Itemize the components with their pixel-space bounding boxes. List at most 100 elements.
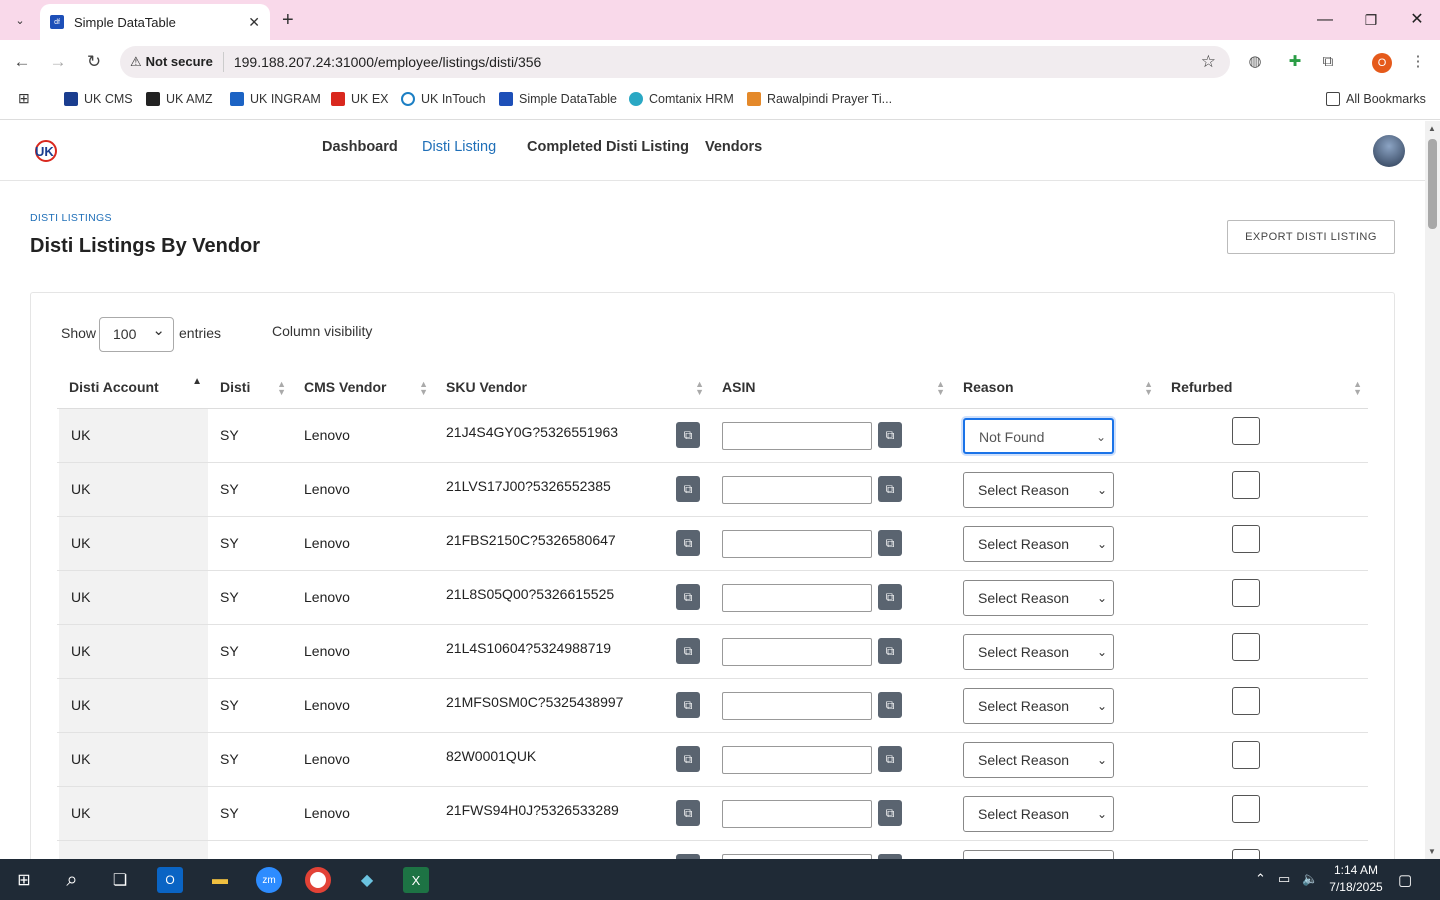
copy-sku-button[interactable]: ⧉	[676, 692, 700, 718]
user-avatar[interactable]	[1373, 135, 1405, 167]
reason-select[interactable]: Not Found ⌄	[963, 418, 1114, 454]
copy-asin-button[interactable]: ⧉	[878, 422, 902, 448]
tab-search-icon[interactable]: ⌄	[8, 8, 32, 32]
reason-select[interactable]: Select Reason ⌄	[963, 526, 1114, 562]
copy-asin-button[interactable]: ⧉	[878, 530, 902, 556]
refurbed-checkbox[interactable]	[1232, 741, 1260, 769]
profile-avatar[interactable]: O	[1372, 53, 1392, 73]
network-icon[interactable]: ▭	[1278, 871, 1290, 887]
column-visibility-button[interactable]: Column visibility	[272, 323, 372, 339]
extension-plus-icon[interactable]: ✚	[1285, 52, 1305, 72]
copy-asin-button[interactable]: ⧉	[878, 800, 902, 826]
asin-input[interactable]	[722, 530, 872, 558]
asin-input[interactable]	[722, 800, 872, 828]
bookmark-comtanix-hrm[interactable]: Comtanix HRM	[629, 92, 734, 106]
copy-sku-button[interactable]: ⧉	[676, 746, 700, 772]
window-close-icon[interactable]: ✕	[1405, 8, 1429, 32]
header-disti-account[interactable]: Disti Account ▲	[57, 367, 208, 409]
bookmark-uk-cms[interactable]: UK CMS	[64, 92, 133, 106]
export-disti-listing-button[interactable]: EXPORT DISTI LISTING	[1227, 220, 1395, 254]
reload-icon[interactable]: ↻	[82, 50, 106, 74]
copy-sku-button[interactable]: ⧉	[676, 422, 700, 448]
nav-vendors[interactable]: Vendors	[705, 139, 762, 155]
nav-disti-listing[interactable]: Disti Listing	[422, 139, 496, 155]
address-bar[interactable]: ⚠ Not secure 199.188.207.24:31000/employ…	[120, 46, 1230, 78]
not-secure-label[interactable]: Not secure	[146, 52, 224, 72]
copy-asin-button[interactable]: ⧉	[878, 638, 902, 664]
page-scrollbar[interactable]: ▲ ▼	[1425, 121, 1440, 859]
translate-icon[interactable]: ◍	[1245, 52, 1265, 72]
extensions-puzzle-icon[interactable]: ⧉	[1318, 52, 1338, 72]
header-reason[interactable]: Reason ▲ ▼	[951, 367, 1159, 409]
forward-icon[interactable]: →	[46, 50, 70, 74]
bookmark-uk-intouch[interactable]: UK InTouch	[401, 92, 486, 106]
refurbed-checkbox[interactable]	[1232, 417, 1260, 445]
new-tab-icon[interactable]: +	[282, 8, 294, 32]
file-explorer-icon[interactable]: ▬	[207, 867, 233, 893]
copy-sku-button[interactable]: ⧉	[676, 638, 700, 664]
nav-completed-disti-listing[interactable]: Completed Disti Listing	[527, 139, 689, 155]
asin-input[interactable]	[722, 746, 872, 774]
copy-sku-button[interactable]: ⧉	[676, 584, 700, 610]
header-refurbed[interactable]: Refurbed ▲ ▼	[1159, 367, 1368, 409]
close-tab-icon[interactable]: ✕	[248, 14, 260, 31]
copy-asin-button[interactable]: ⧉	[878, 584, 902, 610]
refurbed-checkbox[interactable]	[1232, 525, 1260, 553]
all-bookmarks[interactable]: All Bookmarks	[1326, 92, 1426, 106]
copy-sku-button[interactable]: ⧉	[676, 476, 700, 502]
chrome-icon[interactable]	[305, 867, 331, 893]
asin-input[interactable]	[722, 476, 872, 504]
zoom-icon[interactable]: zm	[256, 867, 282, 893]
reason-select[interactable]: Select Reason ⌄	[963, 472, 1114, 508]
notification-icon[interactable]: ▢	[1398, 871, 1412, 889]
bookmark-uk-ex[interactable]: UK EX	[331, 92, 389, 106]
refurbed-checkbox[interactable]	[1232, 687, 1260, 715]
copy-sku-button[interactable]: ⧉	[676, 530, 700, 556]
header-cms-vendor[interactable]: CMS Vendor ▲ ▼	[292, 367, 434, 409]
outlook-icon[interactable]: O	[157, 867, 183, 893]
copy-asin-button[interactable]: ⧉	[878, 476, 902, 502]
refurbed-checkbox[interactable]	[1232, 795, 1260, 823]
copy-sku-button[interactable]: ⧉	[676, 800, 700, 826]
bookmark-simple-datatable[interactable]: Simple DataTable	[499, 92, 617, 106]
tray-chevron-icon[interactable]: ⌃	[1255, 871, 1266, 887]
nav-dashboard[interactable]: Dashboard	[322, 139, 398, 155]
bookmark-uk-amz[interactable]: UK AMZ	[146, 92, 213, 106]
app-diamond-icon[interactable]: ◆	[354, 867, 380, 893]
excel-icon[interactable]: X	[403, 867, 429, 893]
scrollbar-thumb[interactable]	[1428, 139, 1437, 229]
app-logo[interactable]: UK	[32, 138, 60, 164]
reason-select[interactable]: Select Reason ⌄	[963, 688, 1114, 724]
asin-input[interactable]	[722, 638, 872, 666]
bookmark-rawalpindi-prayer[interactable]: Rawalpindi Prayer Ti...	[747, 92, 892, 106]
asin-input[interactable]	[722, 692, 872, 720]
refurbed-checkbox[interactable]	[1232, 579, 1260, 607]
search-icon[interactable]: ⌕	[59, 867, 85, 893]
windows-start-icon[interactable]: ⊞	[11, 867, 37, 893]
scroll-down-icon[interactable]: ▼	[1428, 847, 1436, 856]
bookmark-uk-ingram[interactable]: UK INGRAM	[230, 92, 321, 106]
refurbed-checkbox[interactable]	[1232, 633, 1260, 661]
reason-select[interactable]: Select Reason ⌄	[963, 742, 1114, 778]
reason-select[interactable]: Select Reason ⌄	[963, 796, 1114, 832]
reason-select[interactable]: Select Reason ⌄	[963, 634, 1114, 670]
task-view-icon[interactable]: ❏	[107, 867, 133, 893]
url-text[interactable]: 199.188.207.24:31000/employee/listings/d…	[234, 54, 541, 70]
header-sku-vendor[interactable]: SKU Vendor ▲ ▼	[434, 367, 710, 409]
browser-menu-icon[interactable]: ⋮	[1408, 52, 1428, 72]
copy-asin-button[interactable]: ⧉	[878, 746, 902, 772]
taskbar-clock[interactable]: 1:14 AM 7/18/2025	[1326, 862, 1386, 896]
volume-muted-icon[interactable]: 🔈	[1302, 871, 1318, 887]
refurbed-checkbox[interactable]	[1232, 471, 1260, 499]
header-disti[interactable]: Disti ▲ ▼	[208, 367, 292, 409]
header-asin[interactable]: ASIN ▲ ▼	[710, 367, 951, 409]
minimize-icon[interactable]: —	[1313, 8, 1337, 32]
copy-asin-button[interactable]: ⧉	[878, 692, 902, 718]
entries-select[interactable]: 100	[99, 314, 174, 352]
restore-icon[interactable]: ❐	[1359, 8, 1383, 32]
apps-grid-icon[interactable]: ⊞	[18, 90, 30, 107]
bookmark-star-icon[interactable]: ☆	[1201, 52, 1216, 72]
asin-input[interactable]	[722, 584, 872, 612]
back-icon[interactable]: ←	[10, 50, 34, 74]
browser-tab[interactable]: df Simple DataTable ✕	[40, 4, 270, 40]
